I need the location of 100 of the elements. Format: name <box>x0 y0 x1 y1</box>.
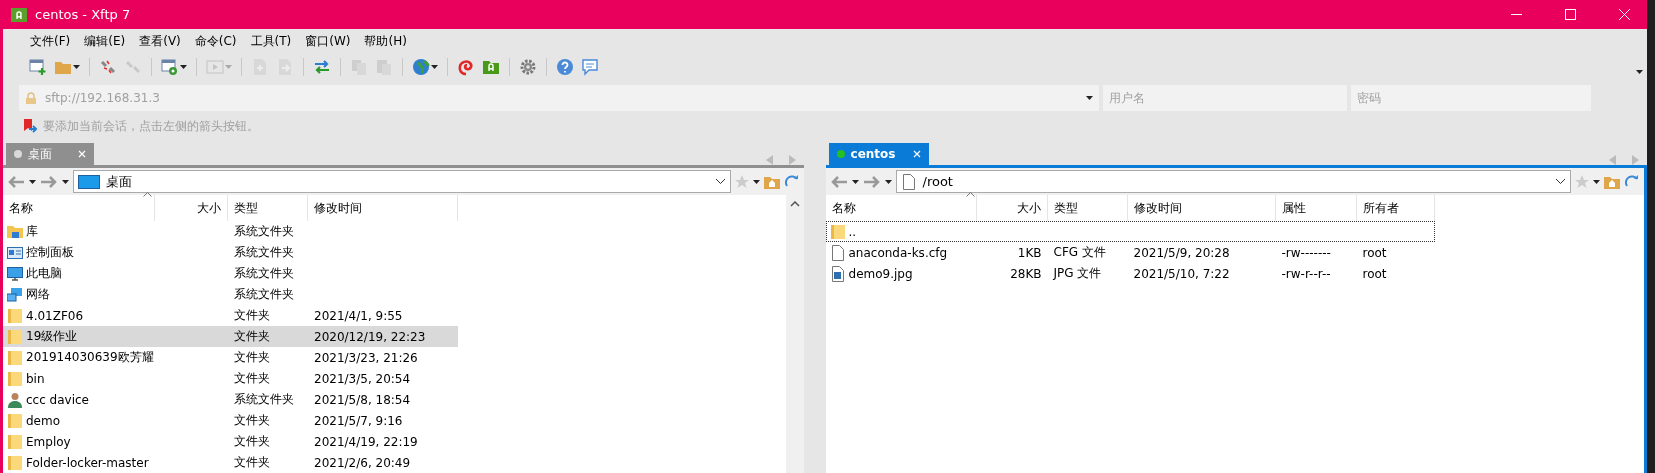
file-row[interactable]: ccc davice 系统文件夹 2021/5/8, 18:54 <box>3 389 458 410</box>
caret-icon <box>62 179 69 184</box>
scroll-right-icon <box>788 155 796 165</box>
toolbar-button[interactable] <box>579 56 601 78</box>
file-name: ccc davice <box>26 392 89 407</box>
menu-item[interactable]: 编辑(E) <box>77 32 133 50</box>
column-header[interactable]: 所有者 <box>1356 195 1435 221</box>
file-row[interactable]: Folder-locker-master 文件夹 2021/2/6, 20:49 <box>3 452 458 473</box>
file-name: 此电脑 <box>26 265 62 282</box>
column-header[interactable]: 名称 <box>3 195 155 221</box>
file-row[interactable]: .. <box>825 221 1435 242</box>
toolbar-button[interactable] <box>27 56 49 78</box>
close-icon <box>1618 9 1630 20</box>
password-field[interactable]: 密码 <box>1351 85 1591 111</box>
file-row[interactable]: 4.01ZF06 文件夹 2021/4/1, 9:55 <box>3 305 458 326</box>
back-arrow-icon <box>7 174 25 189</box>
star-icon <box>734 174 749 189</box>
shell-icon <box>457 58 475 76</box>
column-header[interactable]: 修改时间 <box>1127 195 1276 221</box>
back-arrow-icon <box>829 174 848 189</box>
modified-time: 2021/5/10, 7:22 <box>1133 266 1230 281</box>
folder-icon <box>7 412 23 429</box>
folder-icon <box>7 328 23 345</box>
username-field[interactable]: 用户名 <box>1103 85 1347 111</box>
folder-icon <box>7 349 23 366</box>
path-field[interactable]: /root <box>895 170 1571 193</box>
file-type: 文件夹 <box>234 370 270 387</box>
window-gear-icon <box>161 58 179 76</box>
forward-arrow-icon <box>862 174 881 189</box>
file-type: 系统文件夹 <box>234 265 294 282</box>
star-icon <box>1575 174 1589 189</box>
column-header[interactable]: 类型 <box>228 195 308 221</box>
modified-time: 2021/4/1, 9:55 <box>314 308 403 323</box>
file-row[interactable]: anaconda-ks.cfg 1KB CFG 文件 2021/5/9, 20:28 -rw------- root <box>825 242 1435 263</box>
file-name: demo <box>26 413 61 428</box>
file-name: 201914030639欧芳耀 <box>26 349 154 366</box>
paste-icon <box>375 58 393 76</box>
file-row[interactable]: bin 文件夹 2021/3/5, 20:54 <box>3 368 458 389</box>
toolbar-button[interactable] <box>554 56 576 78</box>
menu-item[interactable]: 工具(T) <box>243 32 299 50</box>
scroll-left-icon <box>1609 155 1616 165</box>
chat-bubble-icon <box>581 58 599 76</box>
column-header[interactable]: 名称 <box>825 195 977 221</box>
lock-icon <box>25 92 37 104</box>
file-type: 文件夹 <box>234 433 270 450</box>
scrollbar[interactable] <box>785 195 804 473</box>
column-header[interactable]: 类型 <box>1047 195 1128 221</box>
menu-item[interactable]: 查看(V) <box>132 32 188 50</box>
file-name: 4.01ZF06 <box>26 308 84 323</box>
file-row[interactable]: 201914030639欧芳耀 文件夹 2021/3/23, 21:26 <box>3 347 458 368</box>
modified-time: 2021/2/6, 20:49 <box>314 455 411 470</box>
menu-item[interactable]: 文件(F) <box>23 32 78 50</box>
caret-icon <box>431 65 438 69</box>
file-row[interactable]: 库 系统文件夹 <box>3 221 458 242</box>
file-name: .. <box>848 224 857 239</box>
minimize-icon <box>1510 14 1522 15</box>
column-header[interactable]: 大小 <box>155 195 228 221</box>
owner: root <box>1362 266 1387 281</box>
folder-icon <box>7 433 23 450</box>
overflow-caret-icon <box>1636 70 1643 74</box>
file-row[interactable]: 控制面板 系统文件夹 <box>3 242 458 263</box>
copy-icon <box>350 58 368 76</box>
toolbar-button[interactable] <box>410 56 440 78</box>
file-row[interactable]: demo9.jpg 28KB JPG 文件 2021/5/10, 7:22 -rw-r--r-- root <box>825 263 1435 284</box>
menu-item[interactable]: 帮助(H) <box>357 32 414 50</box>
library-folder-icon <box>7 223 23 240</box>
file-row[interactable]: 19级作业 文件夹 2020/12/19, 22:23 <box>3 326 458 347</box>
path-field[interactable]: 桌面 <box>73 170 731 193</box>
column-header[interactable]: 大小 <box>976 195 1048 221</box>
toolbar-button[interactable] <box>159 56 189 78</box>
caret-icon <box>225 65 232 69</box>
folder-icon <box>829 223 846 240</box>
file-name: bin <box>26 371 45 386</box>
column-header[interactable]: 属性 <box>1275 195 1357 221</box>
file-name: 控制面板 <box>26 244 74 261</box>
caret-icon <box>73 65 80 69</box>
settings-icon <box>519 58 537 76</box>
file-name: anaconda-ks.cfg <box>848 245 948 260</box>
new-window-icon <box>29 58 47 76</box>
monitor-icon <box>7 265 23 282</box>
folder-icon <box>7 370 23 387</box>
file-row[interactable]: demo 文件夹 2021/5/7, 9:16 <box>3 410 458 431</box>
help-icon <box>556 58 574 76</box>
caret-icon <box>851 179 859 184</box>
file-name: Employ <box>26 434 71 449</box>
document-icon <box>900 173 917 190</box>
file-row[interactable]: Employ 文件夹 2021/4/19, 22:19 <box>3 431 458 452</box>
permissions: -rw-r--r-- <box>1281 266 1331 281</box>
caret-icon <box>884 179 892 184</box>
column-header[interactable]: 修改时间 <box>308 195 458 221</box>
file-row[interactable]: 网络 系统文件夹 <box>3 284 458 305</box>
file-name: demo9.jpg <box>848 266 913 281</box>
play-icon <box>206 58 224 76</box>
session-tab[interactable]: centos <box>828 143 929 165</box>
file-row[interactable]: 此电脑 系统文件夹 <box>3 263 458 284</box>
scroll-right-icon <box>1632 155 1639 165</box>
menu-item[interactable]: 窗口(W) <box>298 32 358 50</box>
desktop-icon <box>78 173 100 190</box>
close-icon <box>912 150 921 158</box>
menu-item[interactable]: 命令(C) <box>187 32 244 50</box>
